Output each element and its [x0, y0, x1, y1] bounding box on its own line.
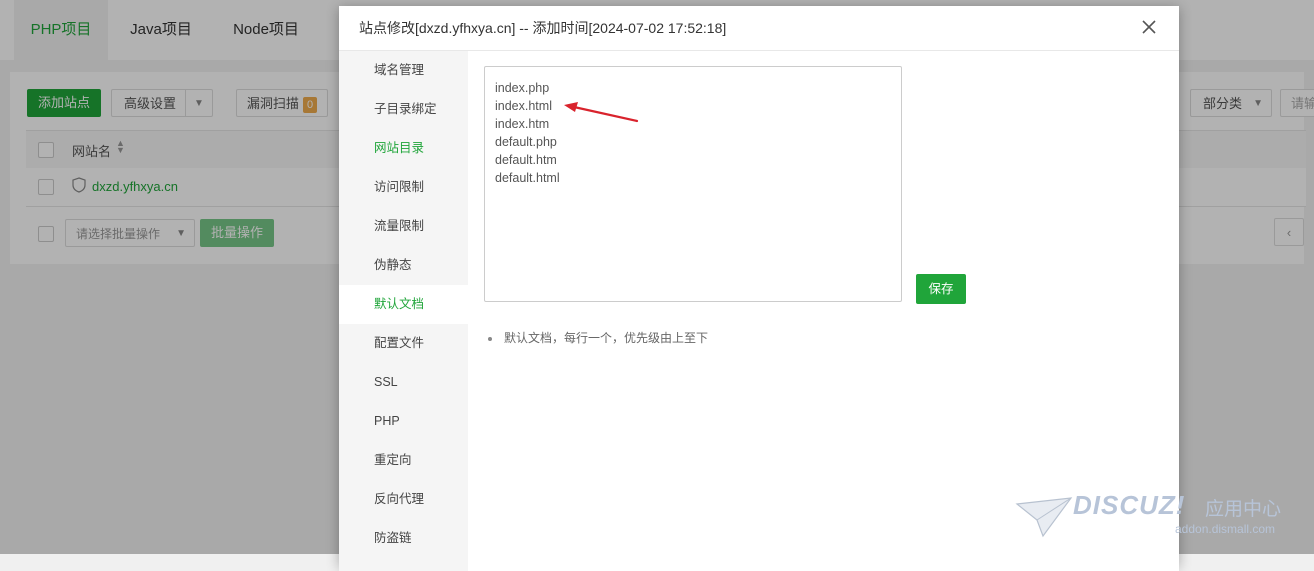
sidebar-item-config-file[interactable]: 配置文件	[339, 324, 468, 363]
sidebar-item-site-directory[interactable]: 网站目录	[339, 129, 468, 168]
dialog-title: 站点修改[dxzd.yfhxya.cn] -- 添加时间[2024-07-02 …	[359, 20, 727, 36]
sidebar-item-rewrite[interactable]: 伪静态	[339, 246, 468, 285]
sidebar-item-access-limit[interactable]: 访问限制	[339, 168, 468, 207]
watermark-brand: DISCUZ!	[1073, 490, 1186, 520]
watermark-url: addon.dismall.com	[1175, 522, 1276, 536]
sidebar-item-reverse-proxy[interactable]: 反向代理	[339, 480, 468, 519]
discuz-watermark: DISCUZ! 应用中心 addon.dismall.com	[1015, 486, 1310, 546]
tip-text: 默认文档，每行一个，优先级由上至下	[504, 331, 709, 345]
sidebar-item-traffic-limit[interactable]: 流量限制	[339, 207, 468, 246]
dialog-header: 站点修改[dxzd.yfhxya.cn] -- 添加时间[2024-07-02 …	[339, 6, 1179, 51]
bullet-icon	[488, 336, 492, 341]
close-icon[interactable]	[1141, 19, 1157, 35]
site-edit-dialog: 站点修改[dxzd.yfhxya.cn] -- 添加时间[2024-07-02 …	[339, 6, 1179, 571]
sidebar-item-php[interactable]: PHP	[339, 402, 468, 441]
sidebar-item-ssl[interactable]: SSL	[339, 363, 468, 402]
tip-list-item: 默认文档，每行一个，优先级由上至下	[488, 329, 708, 346]
sidebar-item-redirect[interactable]: 重定向	[339, 441, 468, 480]
sidebar-item-domain[interactable]: 域名管理	[339, 51, 468, 90]
save-button[interactable]: 保存	[916, 274, 966, 304]
paper-plane-icon	[1015, 497, 1073, 538]
sidebar-item-default-document[interactable]: 默认文档	[339, 285, 468, 324]
default-document-textarea[interactable]: index.php index.html index.htm default.p…	[484, 66, 902, 302]
sidebar-item-subdir-binding[interactable]: 子目录绑定	[339, 90, 468, 129]
sidebar-item-hotlink-protection[interactable]: 防盗链	[339, 519, 468, 558]
settings-sidebar: 域名管理 子目录绑定 网站目录 访问限制 流量限制 伪静态 默认文档 配置文件 …	[339, 51, 468, 571]
red-arrow-annotation	[564, 102, 639, 123]
watermark-cn: 应用中心	[1205, 499, 1282, 520]
